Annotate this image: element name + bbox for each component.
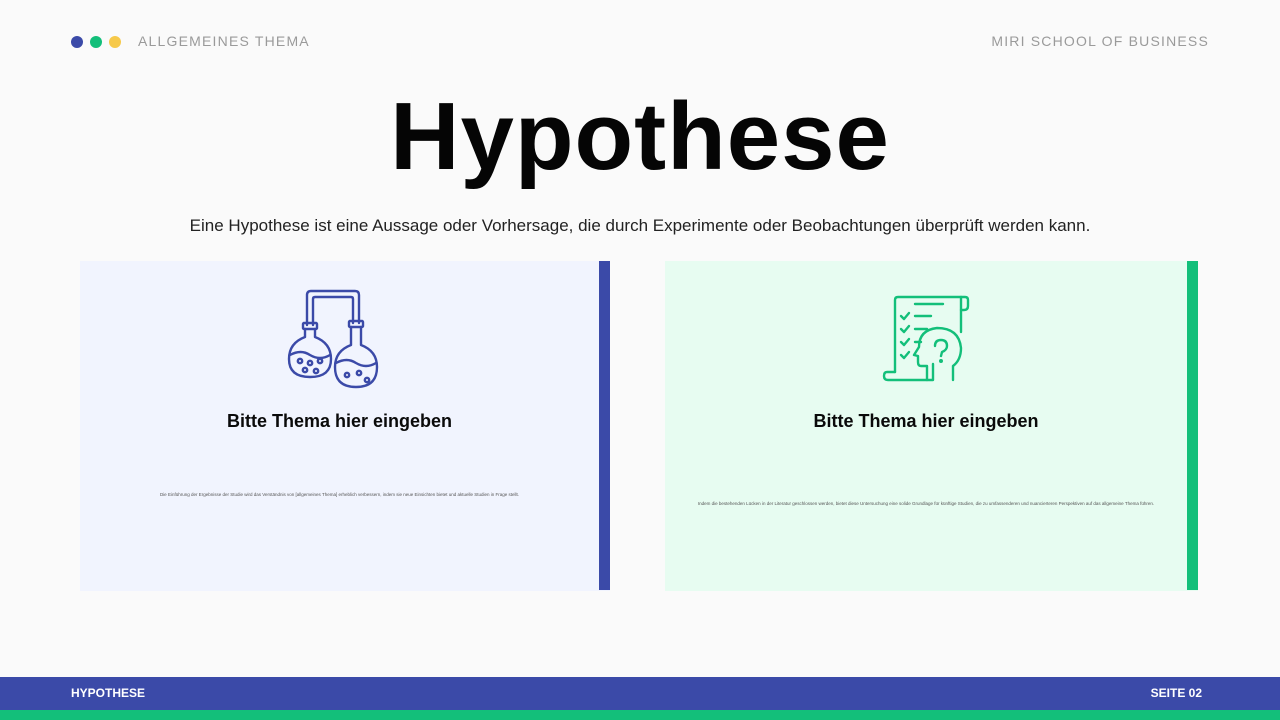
header-topic-label: ALLGEMEINES THEMA bbox=[138, 33, 310, 49]
page-title: Hypothese bbox=[390, 83, 890, 190]
card-body-text: Die Einführung der Ergebnisse der Studie… bbox=[159, 492, 520, 497]
yellow-dot bbox=[109, 36, 121, 48]
card-body-text: Indem die bestehenden Lücken in der Lite… bbox=[697, 501, 1155, 506]
green-dot bbox=[90, 36, 102, 48]
footer-section-label: HYPOTHESE bbox=[71, 686, 146, 700]
blue-dot bbox=[71, 36, 83, 48]
card-title: Bitte Thema hier eingeben bbox=[813, 411, 1039, 431]
header-dots bbox=[71, 36, 121, 48]
topic-card-right: Bitte Thema hier eingeben Indem die best… bbox=[665, 261, 1198, 591]
card-title: Bitte Thema hier eingeben bbox=[226, 411, 453, 431]
footer-bar: HYPOTHESE SEITE 02 bbox=[0, 677, 1280, 710]
checklist-head-question-icon bbox=[881, 294, 971, 388]
header-school-label: MIRI SCHOOL OF BUSINESS bbox=[991, 33, 1209, 49]
page-subtitle: Eine Hypothese ist eine Aussage oder Vor… bbox=[189, 216, 1091, 235]
card-accent-bar bbox=[1187, 261, 1198, 590]
card-accent-bar bbox=[599, 261, 610, 590]
footer-accent-strip bbox=[0, 710, 1280, 720]
flasks-icon bbox=[283, 287, 383, 395]
footer-page-number: SEITE 02 bbox=[1150, 686, 1202, 700]
topic-card-left: Bitte Thema hier eingeben Die Einführung… bbox=[80, 261, 610, 591]
